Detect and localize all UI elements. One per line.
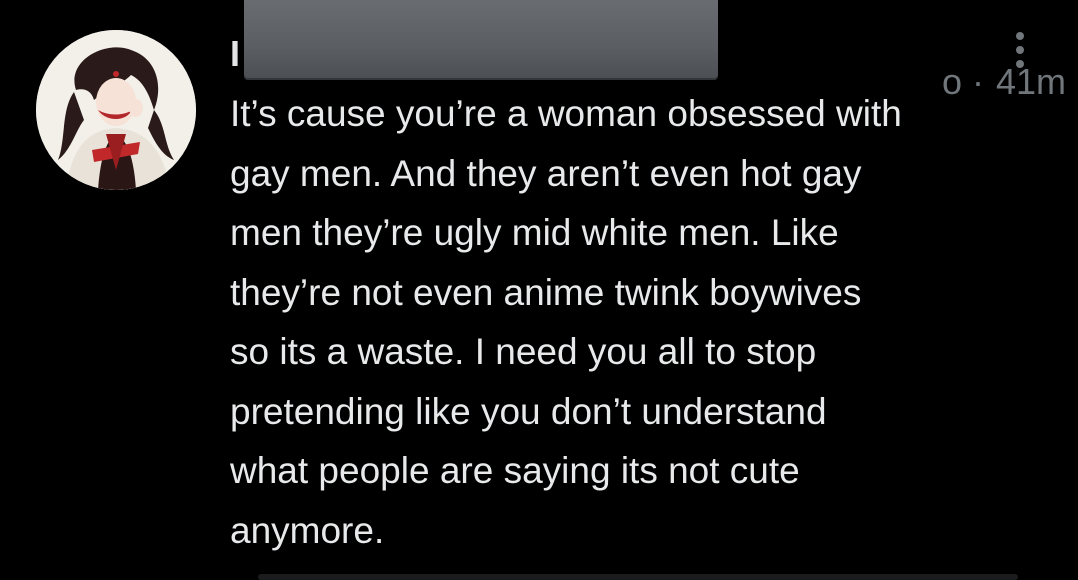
more-dot <box>1016 60 1024 68</box>
more-dot <box>1016 32 1024 40</box>
more-vertical-icon[interactable] <box>1004 28 1036 72</box>
avatar[interactable] <box>36 30 196 190</box>
tweet-text: It’s cause you’re a woman obsessed with … <box>230 93 902 551</box>
divider <box>258 574 1018 580</box>
more-dot <box>1016 46 1024 54</box>
redaction-box <box>244 0 718 80</box>
avatar-illustration <box>36 30 196 190</box>
author-name[interactable]: I <box>230 32 240 76</box>
tweet-card[interactable]: I o · 41m It’s cause you’re a woman obse… <box>0 0 1078 580</box>
